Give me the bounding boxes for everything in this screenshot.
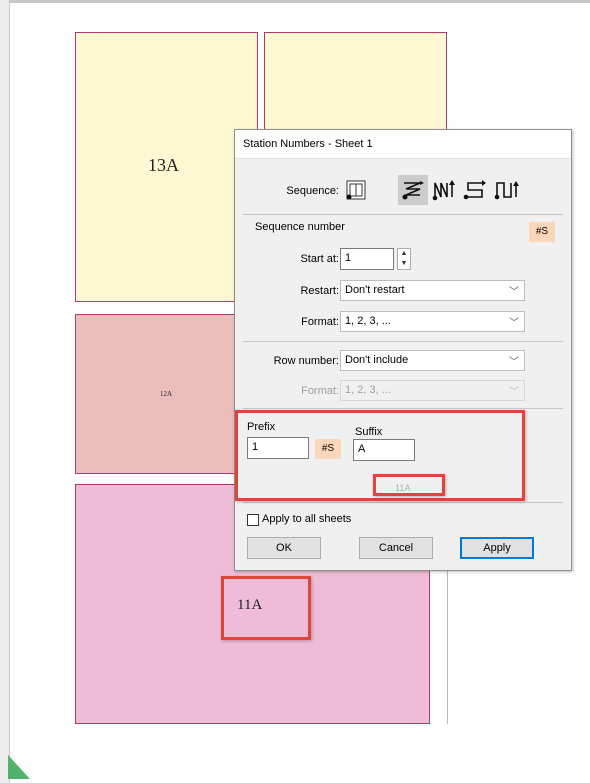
sequence-number-heading: Sequence number xyxy=(255,221,345,233)
chevron-down-icon: ﹀ xyxy=(509,387,519,398)
separator xyxy=(243,408,563,409)
snake-rows-icon[interactable] xyxy=(460,175,490,205)
format-select[interactable]: 1, 2, 3, ... ﹀ xyxy=(340,311,525,332)
chevron-down-icon: ﹀ xyxy=(509,318,519,329)
cancel-button[interactable]: Cancel xyxy=(359,537,433,559)
row-number-label: Row number: xyxy=(273,355,339,367)
restart-label: Restart: xyxy=(300,285,339,297)
snake-columns-icon[interactable] xyxy=(429,175,459,205)
window-top-border xyxy=(0,0,590,3)
corner-marker xyxy=(8,755,30,779)
row-number-select-value: Don't include xyxy=(345,354,409,366)
row-format-label: Format: xyxy=(301,385,339,397)
restart-select[interactable]: Don't restart ﹀ xyxy=(340,280,525,301)
sequence-label: Sequence: xyxy=(286,185,339,197)
start-at-label: Start at: xyxy=(300,253,339,265)
sequence-token[interactable]: #S xyxy=(529,222,555,242)
start-at-input[interactable]: 1 xyxy=(340,248,394,270)
tile-13a[interactable]: 13A xyxy=(75,32,258,302)
preview-highlight xyxy=(373,474,445,496)
dialog-title: Station Numbers - Sheet 1 xyxy=(243,138,373,150)
tile-12a-label: 12A xyxy=(160,390,173,398)
separator xyxy=(243,341,563,342)
row-format-select-value: 1, 2, 3, ... xyxy=(345,384,391,396)
row-number-select[interactable]: Don't include ﹀ xyxy=(340,350,525,371)
ok-button[interactable]: OK xyxy=(247,537,321,559)
separator xyxy=(243,214,563,215)
station-numbers-dialog: Station Numbers - Sheet 1 Sequence: Sequ… xyxy=(234,129,572,571)
dialog-titlebar[interactable]: Station Numbers - Sheet 1 xyxy=(235,130,571,159)
separator xyxy=(243,502,563,503)
chevron-down-icon: ﹀ xyxy=(509,357,519,368)
apply-button[interactable]: Apply xyxy=(460,537,534,559)
apply-all-label[interactable]: Apply to all sheets xyxy=(262,513,351,525)
format-select-value: 1, 2, 3, ... xyxy=(345,315,391,327)
row-format-select: 1, 2, 3, ... ﹀ xyxy=(340,380,525,401)
grid-order-icon[interactable] xyxy=(341,175,371,205)
snake-up-icon[interactable] xyxy=(491,175,521,205)
zigzag-rows-icon[interactable] xyxy=(398,175,428,205)
tile-13a-label: 13A xyxy=(148,155,179,175)
tile-12a[interactable]: 12A xyxy=(75,314,258,474)
window-left-border xyxy=(0,0,10,783)
format-label: Format: xyxy=(301,316,339,328)
tile-label-highlight xyxy=(221,576,311,640)
start-at-stepper[interactable]: ▲ ▼ xyxy=(397,248,411,270)
restart-select-value: Don't restart xyxy=(345,284,405,296)
chevron-down-icon: ﹀ xyxy=(509,287,519,298)
apply-all-checkbox[interactable] xyxy=(247,514,259,526)
